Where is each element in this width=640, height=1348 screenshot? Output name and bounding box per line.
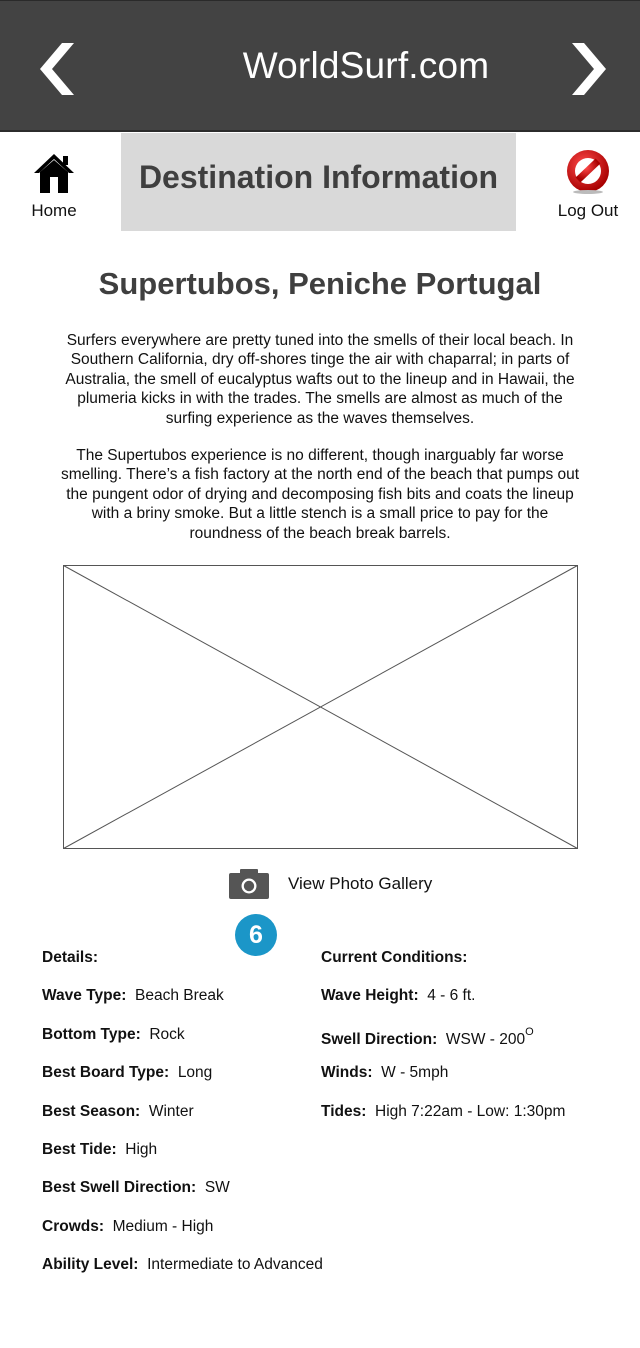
condition-key: Swell Direction: (321, 1030, 438, 1048)
conditions-heading: Current Conditions: (321, 949, 468, 966)
chevron-right-icon[interactable] (572, 43, 608, 95)
description-paragraph-1: Surfers everywhere are pretty tuned into… (65, 332, 575, 427)
condition-value: High 7:22am - Low: 1:30pm (375, 1102, 566, 1120)
condition-key: Wave Height: (321, 987, 419, 1005)
image-placeholder (63, 565, 578, 849)
condition-row: Wave Height: 4 - 6 ft. (321, 985, 621, 1023)
condition-row: Winds: W - 5mph (321, 1062, 621, 1100)
detail-row: Best Season: Winter (42, 1101, 322, 1139)
condition-row: Swell Direction: WSW - 200O (321, 1024, 621, 1062)
detail-value: Intermediate to Advanced (147, 1256, 323, 1274)
detail-row: Crowds: Medium - High (42, 1216, 322, 1254)
condition-value: WSW - 200 (445, 1030, 526, 1048)
degree-superscript: O (525, 1025, 534, 1038)
conditions-column: Current Conditions: Wave Height: 4 - 6 f… (321, 947, 621, 1139)
condition-key: Tides: (321, 1102, 367, 1120)
site-title: WorldSurf.com (242, 45, 490, 86)
detail-key: Crowds: (42, 1217, 104, 1235)
detail-row: Best Tide: High (42, 1139, 322, 1177)
description-paragraph-2: The Supertubos experience is no differen… (60, 447, 580, 542)
header-bar: WorldSurf.com (0, 0, 640, 132)
no-entry-icon (567, 150, 609, 194)
detail-row: Bottom Type: Rock (42, 1024, 322, 1062)
condition-key: Winds: (321, 1064, 373, 1082)
camera-icon (229, 869, 269, 899)
detail-value: Winter (148, 1102, 194, 1120)
logout-label: Log Out (557, 201, 619, 220)
detail-value: Beach Break (135, 987, 224, 1005)
home-button[interactable]: Home (18, 151, 90, 231)
detail-row: Ability Level: Intermediate to Advanced (42, 1254, 323, 1292)
view-gallery-label: View Photo Gallery (288, 874, 433, 893)
details-column: Details: Wave Type: Beach Break Bottom T… (42, 947, 323, 1293)
view-gallery-link[interactable]: View Photo Gallery (228, 866, 432, 902)
page-title: Destination Information (121, 133, 516, 231)
detail-row: Best Swell Direction: SW (42, 1177, 322, 1215)
detail-key: Best Board Type: (42, 1064, 170, 1082)
condition-row: Tides: High 7:22am - Low: 1:30pm (321, 1101, 621, 1139)
home-label: Home (31, 201, 77, 220)
detail-value: Rock (149, 1025, 185, 1043)
logout-button[interactable]: Log Out (548, 149, 628, 229)
detail-key: Ability Level: (42, 1256, 139, 1274)
detail-key: Best Swell Direction: (42, 1179, 197, 1197)
detail-row: Wave Type: Beach Break (42, 985, 322, 1023)
detail-key: Bottom Type: (42, 1025, 141, 1043)
detail-key: Best Season: (42, 1102, 141, 1120)
home-icon (34, 154, 74, 193)
condition-value: W - 5mph (381, 1064, 449, 1082)
detail-key: Wave Type: (42, 987, 127, 1005)
detail-row: Best Board Type: Long (42, 1062, 322, 1100)
nav-row: Home Destination Information Log Out (0, 133, 640, 231)
details-heading: Details: (42, 949, 98, 966)
detail-value: High (125, 1140, 158, 1158)
condition-value: 4 - 6 ft. (427, 987, 476, 1005)
detail-key: Best Tide: (42, 1140, 117, 1158)
detail-value: SW (204, 1179, 230, 1197)
detail-value: Medium - High (112, 1217, 214, 1235)
detail-value: Long (177, 1064, 213, 1082)
destination-title: Supertubos, Peniche Portugal (98, 266, 542, 301)
